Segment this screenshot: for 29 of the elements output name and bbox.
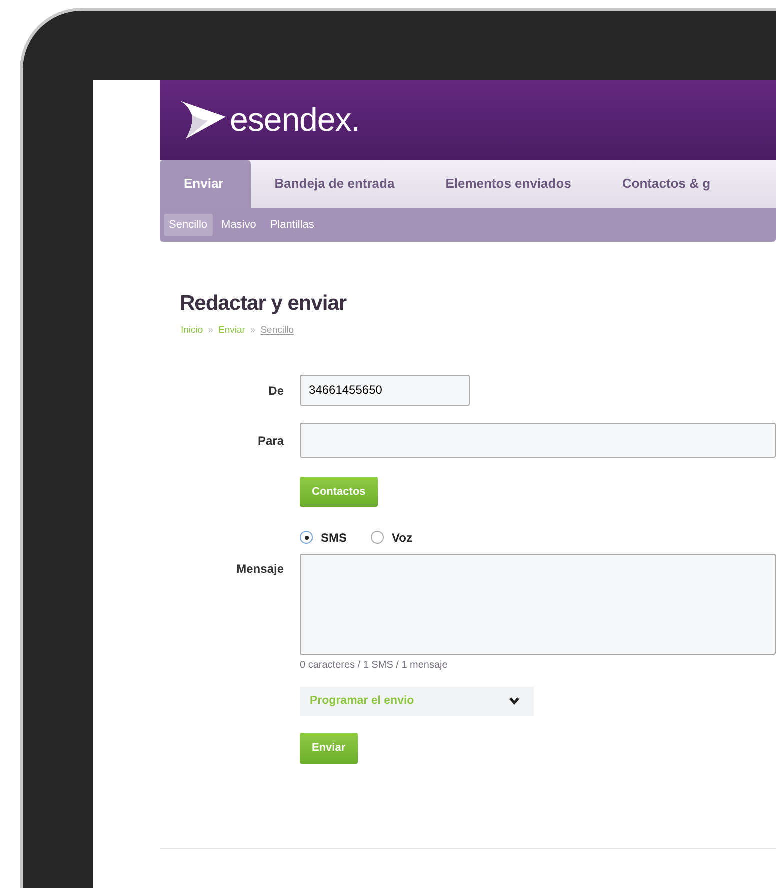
character-counter: 0 caracteres / 1 SMS / 1 mensaje: [300, 658, 448, 673]
field-label: Mensaje: [236, 560, 285, 578]
breadcrumb-separator: »: [208, 324, 214, 338]
message-field[interactable]: [300, 554, 776, 655]
contacts-button[interactable]: Contactos: [300, 476, 378, 507]
from-field[interactable]: 34661455650: [300, 374, 470, 406]
nav-tab[interactable]: Elementos enviados: [422, 160, 598, 208]
nav-tab[interactable]: Contactos & g: [598, 160, 738, 208]
subnav-tab[interactable]: Plantillas: [265, 214, 320, 236]
breadcrumb-link[interactable]: Inicio: [181, 324, 204, 338]
page-title: Redactar y enviar: [180, 291, 348, 317]
radio-button[interactable]: [371, 531, 384, 544]
breadcrumb-separator: »: [250, 324, 256, 338]
to-field[interactable]: [300, 422, 776, 458]
subnav-tab[interactable]: Masivo: [216, 214, 262, 236]
chevron-down-icon: [509, 697, 520, 706]
radio-label: Voz: [392, 530, 412, 547]
breadcrumb-link[interactable]: Enviar: [218, 324, 246, 338]
nav-tab[interactable]: Enviar: [160, 160, 251, 208]
send-button[interactable]: Enviar: [300, 732, 358, 764]
logo-text: esendex.: [230, 100, 360, 140]
radio-button[interactable]: [300, 531, 313, 544]
radio-label: SMS: [321, 530, 348, 547]
schedule-dropdown[interactable]: Programar el envio: [300, 686, 534, 716]
nav-tab[interactable]: Bandeja de entrada: [250, 160, 422, 208]
breadcrumb-link[interactable]: Sencillo: [260, 324, 294, 338]
field-label: Para: [256, 432, 286, 450]
field-label: De: [268, 382, 285, 400]
subnav-tab[interactable]: Sencillo: [164, 214, 213, 236]
